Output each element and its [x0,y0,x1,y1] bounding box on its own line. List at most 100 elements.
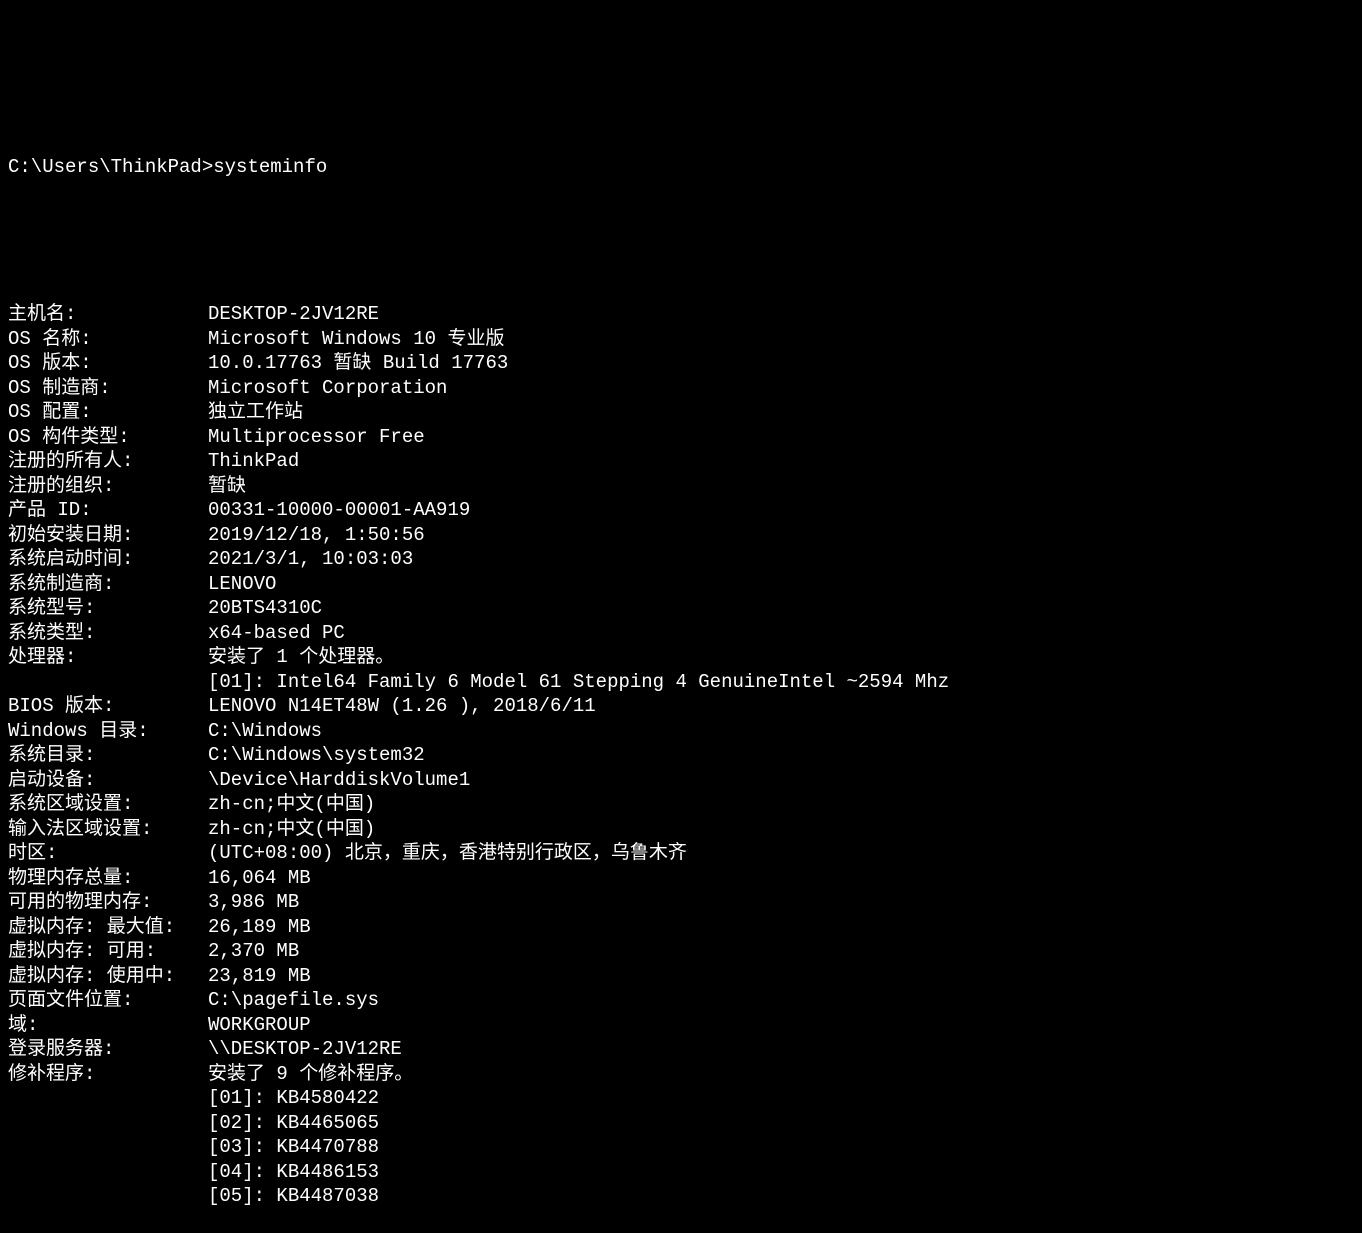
output-line: 虚拟内存: 可用:2,370 MB [8,939,1354,964]
output-label: 页面文件位置: [8,988,208,1013]
output-value: zh-cn;中文(中国) [208,817,375,842]
output-label: 系统区域设置: [8,792,208,817]
output-line: [01]: Intel64 Family 6 Model 61 Stepping… [8,670,1354,695]
output-line: Windows 目录:C:\Windows [8,719,1354,744]
output-line: 时区:(UTC+08:00) 北京，重庆，香港特别行政区，乌鲁木齐 [8,841,1354,866]
output-label [8,1135,208,1160]
output-line: OS 制造商:Microsoft Corporation [8,376,1354,401]
output-label: OS 版本: [8,351,208,376]
output-value: Multiprocessor Free [208,425,425,450]
output-line: 系统启动时间:2021/3/1, 10:03:03 [8,547,1354,572]
output-line: 可用的物理内存:3,986 MB [8,890,1354,915]
output-line: 产品 ID:00331-10000-00001-AA919 [8,498,1354,523]
output-value: [01]: KB4580422 [208,1086,379,1111]
output-value: 安装了 9 个修补程序。 [208,1062,413,1087]
output-value: \\DESKTOP-2JV12RE [208,1037,402,1062]
output-value: [05]: KB4487038 [208,1184,379,1209]
output-value: zh-cn;中文(中国) [208,792,375,817]
output-value: WORKGROUP [208,1013,311,1038]
output-line: 系统区域设置:zh-cn;中文(中国) [8,792,1354,817]
output-label: 注册的组织: [8,474,208,499]
output-line: 启动设备:\Device\HarddiskVolume1 [8,768,1354,793]
output-value: C:\pagefile.sys [208,988,379,1013]
output-line: OS 名称:Microsoft Windows 10 专业版 [8,327,1354,352]
output-line: [05]: KB4487038 [8,1184,1354,1209]
output-value: 安装了 1 个处理器。 [208,645,394,670]
output-label: 系统类型: [8,621,208,646]
output-value: [03]: KB4470788 [208,1135,379,1160]
output-line: BIOS 版本:LENOVO N14ET48W (1.26 ), 2018/6/… [8,694,1354,719]
output-line: 虚拟内存: 使用中:23,819 MB [8,964,1354,989]
output-label: 登录服务器: [8,1037,208,1062]
output-label [8,1111,208,1136]
output-line: OS 构件类型:Multiprocessor Free [8,425,1354,450]
output-value: [04]: KB4486153 [208,1160,379,1185]
output-line: 登录服务器:\\DESKTOP-2JV12RE [8,1037,1354,1062]
output-label: 处理器: [8,645,208,670]
output-line: [01]: KB4580422 [8,1086,1354,1111]
output-value: [01]: Intel64 Family 6 Model 61 Stepping… [208,670,949,695]
output-value: 16,064 MB [208,866,311,891]
output-value: 2019/12/18, 1:50:56 [208,523,425,548]
output-label [8,1184,208,1209]
output-line: 虚拟内存: 最大值:26,189 MB [8,915,1354,940]
terminal-output[interactable]: C:\Users\ThinkPad>systeminfo 主机名:DESKTOP… [8,106,1354,1053]
output-line: 注册的组织:暂缺 [8,474,1354,499]
output-label: 虚拟内存: 可用: [8,939,208,964]
output-label [8,670,208,695]
output-line: 处理器:安装了 1 个处理器。 [8,645,1354,670]
output-label: 注册的所有人: [8,449,208,474]
output-value: 暂缺 [208,474,246,499]
output-value: (UTC+08:00) 北京，重庆，香港特别行政区，乌鲁木齐 [208,841,687,866]
output-value: 26,189 MB [208,915,311,940]
output-label: 虚拟内存: 使用中: [8,964,208,989]
output-label: 产品 ID: [8,498,208,523]
output-line: [02]: KB4465065 [8,1111,1354,1136]
output-line: OS 版本:10.0.17763 暂缺 Build 17763 [8,351,1354,376]
output-value: LENOVO [208,572,276,597]
prompt-text: C:\Users\ThinkPad>systeminfo [8,155,327,180]
output-label: 虚拟内存: 最大值: [8,915,208,940]
output-value: C:\Windows [208,719,322,744]
output-label: 物理内存总量: [8,866,208,891]
output-label: BIOS 版本: [8,694,208,719]
output-line: 系统型号:20BTS4310C [8,596,1354,621]
output-label: 初始安装日期: [8,523,208,548]
output-label [8,1086,208,1111]
output-line: 域:WORKGROUP [8,1013,1354,1038]
output-value: x64-based PC [208,621,345,646]
output-value: ThinkPad [208,449,299,474]
output-label: 域: [8,1013,208,1038]
output-value: 2021/3/1, 10:03:03 [208,547,413,572]
output-value: \Device\HarddiskVolume1 [208,768,470,793]
output-value: Microsoft Windows 10 专业版 [208,327,504,352]
output-value: C:\Windows\system32 [208,743,425,768]
output-line: [03]: KB4470788 [8,1135,1354,1160]
output-value: 00331-10000-00001-AA919 [208,498,470,523]
output-label: 系统启动时间: [8,547,208,572]
output-value: Microsoft Corporation [208,376,447,401]
output-value: DESKTOP-2JV12RE [208,302,379,327]
output-label [8,1160,208,1185]
output-line: 输入法区域设置:zh-cn;中文(中国) [8,817,1354,842]
output-value: 独立工作站 [208,400,303,425]
output-line: 页面文件位置:C:\pagefile.sys [8,988,1354,1013]
output-label: OS 配置: [8,400,208,425]
blank-line [8,229,1354,254]
output-line: [04]: KB4486153 [8,1160,1354,1185]
output-value: 10.0.17763 暂缺 Build 17763 [208,351,508,376]
output-value: 23,819 MB [208,964,311,989]
output-value: LENOVO N14ET48W (1.26 ), 2018/6/11 [208,694,596,719]
output-value: 3,986 MB [208,890,299,915]
output-line: OS 配置:独立工作站 [8,400,1354,425]
output-label: 系统目录: [8,743,208,768]
output-label: 系统制造商: [8,572,208,597]
output-label: 可用的物理内存: [8,890,208,915]
output-line: 系统制造商:LENOVO [8,572,1354,597]
systeminfo-output: 主机名:DESKTOP-2JV12REOS 名称:Microsoft Windo… [8,302,1354,1209]
output-value: [02]: KB4465065 [208,1111,379,1136]
output-line: 初始安装日期:2019/12/18, 1:50:56 [8,523,1354,548]
output-label: 系统型号: [8,596,208,621]
output-line: 系统目录:C:\Windows\system32 [8,743,1354,768]
output-line: 主机名:DESKTOP-2JV12RE [8,302,1354,327]
